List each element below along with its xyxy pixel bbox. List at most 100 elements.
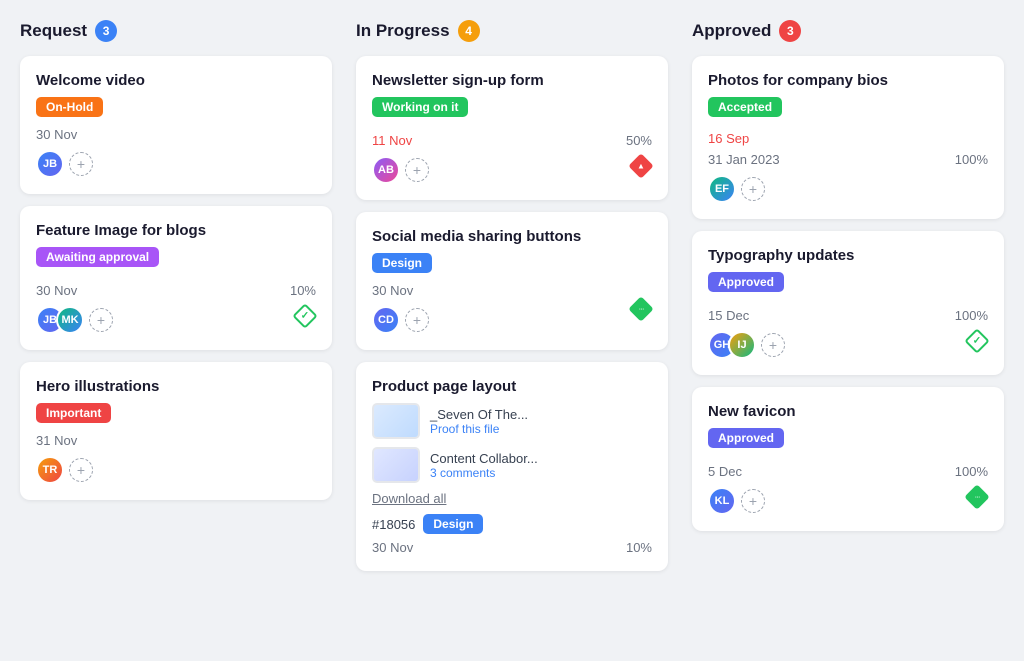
avatar-photos: EF [708,175,736,203]
percent-product: 10% [626,540,652,555]
card-title-typography: Typography updates [708,247,988,264]
column-header-approved: Approved 3 [692,20,1004,42]
column-badge-request: 3 [95,20,117,42]
card-title-newsletter: Newsletter sign-up form [372,72,652,89]
card-left-hero: 31 Nov TR + [36,433,93,484]
dots-diamond-favicon [964,484,989,509]
download-all-link[interactable]: Download all [372,491,652,506]
up-diamond-newsletter [628,153,653,178]
column-header-progress: In Progress 4 [356,20,668,42]
card-photos-bios: Photos for company bios Accepted 16 Sep … [692,56,1004,219]
card-title-hero: Hero illustrations [36,378,316,395]
percent-photos: 100% [955,152,988,167]
column-badge-progress: 4 [458,20,480,42]
card-title-product: Product page layout [372,378,652,395]
file-info-2: Content Collabor... 3 comments [430,451,538,480]
tag-favicon: Approved [708,428,784,448]
card-newsletter: Newsletter sign-up form Working on it 11… [356,56,668,200]
card-hero: Hero illustrations Important 31 Nov TR + [20,362,332,500]
card-footer-feature-image: JB MK + [36,298,316,334]
card-footer-welcome-video: 30 Nov JB + [36,127,316,178]
date-feature-image: 30 Nov [36,283,77,298]
card-left-social: 30 Nov CD + [372,283,429,334]
date-hero: 31 Nov [36,433,93,448]
avatar-newsletter: AB [372,156,400,184]
file-info-1: _Seven Of The... Proof this file [430,407,528,436]
file-thumb-img-2 [374,449,418,481]
kanban-board: Request 3 Welcome video On-Hold 30 Nov J… [20,20,1004,583]
card-meta-newsletter: 11 Nov 50% [372,133,652,148]
card-footer-favicon: KL + [708,479,988,515]
avatar-hero: TR [36,456,64,484]
card-meta-photos: 31 Jan 2023 100% [708,152,988,167]
diamond-icon-typography [966,330,988,352]
add-member-photos[interactable]: + [741,177,765,201]
add-member-welcome-video[interactable]: + [69,152,93,176]
file-item-2: Content Collabor... 3 comments [372,447,652,483]
card-footer-social: 30 Nov CD + [372,283,652,334]
card-title-favicon: New favicon [708,403,988,420]
column-header-request: Request 3 [20,20,332,42]
card-footer-newsletter: AB + [372,148,652,184]
avatar-1: JB [36,150,64,178]
column-in-progress: In Progress 4 Newsletter sign-up form Wo… [356,20,668,583]
avatar-2-feature: MK [56,306,84,334]
date-welcome-video: 30 Nov [36,127,93,142]
card-title-photos: Photos for company bios [708,72,988,89]
avatar-row-social: CD + [372,306,429,334]
card-favicon: New favicon Approved 5 Dec 100% KL + [692,387,1004,531]
file-thumb-1 [372,403,420,439]
add-member-favicon[interactable]: + [741,489,765,513]
avatar-row-photos: EF + [708,175,988,203]
check-diamond-feature [292,303,317,328]
date-row-photos: 16 Sep [708,131,988,146]
card-typography: Typography updates Approved 15 Dec 100% … [692,231,1004,375]
ticket-tag: Design [423,514,483,534]
avatars-feature-image: JB MK [36,306,84,334]
card-meta-favicon: 5 Dec 100% [708,464,988,479]
card-left-welcome-video: 30 Nov JB + [36,127,93,178]
percent-typography: 100% [955,308,988,323]
date-favicon: 5 Dec [708,464,742,479]
diamond-icon-feature [294,305,316,327]
add-member-social[interactable]: + [405,308,429,332]
file-name-2: Content Collabor... [430,451,538,466]
add-member-typography[interactable]: + [761,333,785,357]
file-thumb-img-1 [374,405,418,437]
diamond-icon-favicon [966,486,988,508]
column-title-request: Request [20,21,87,41]
card-meta-typography: 15 Dec 100% [708,308,988,323]
date2-photos: 31 Jan 2023 [708,152,780,167]
file-thumb-2 [372,447,420,483]
avatar-row-typography: GH IJ + [708,331,785,359]
proof-file-link[interactable]: Proof this file [430,422,528,436]
column-request: Request 3 Welcome video On-Hold 30 Nov J… [20,20,332,583]
date-newsletter: 11 Nov [372,133,412,148]
add-member-hero[interactable]: + [69,458,93,482]
comments-link[interactable]: 3 comments [430,466,538,480]
add-member-newsletter[interactable]: + [405,158,429,182]
percent-feature-image: 10% [290,283,316,298]
avatar-row-welcome-video: JB + [36,150,93,178]
card-product-page: Product page layout _Seven Of The... Pro… [356,362,668,571]
card-title-feature-image: Feature Image for blogs [36,222,316,239]
column-title-progress: In Progress [356,21,450,41]
percent-newsletter: 50% [626,133,652,148]
avatar-row-favicon: KL + [708,487,765,515]
percent-favicon: 100% [955,464,988,479]
add-member-feature[interactable]: + [89,308,113,332]
avatars-typography: GH IJ [708,331,756,359]
column-title-approved: Approved [692,21,771,41]
tag-typography: Approved [708,272,784,292]
card-meta-feature-image: 30 Nov 10% [36,283,316,298]
avatar-row-newsletter: AB + [372,156,429,184]
ticket-number: #18056 [372,517,415,532]
file-name-1: _Seven Of The... [430,407,528,422]
tag-photos: Accepted [708,97,782,117]
diamond-icon-social [630,298,652,320]
card-title-welcome-video: Welcome video [36,72,316,89]
tag-social: Design [372,253,432,273]
date-social: 30 Nov [372,283,429,298]
card-title-social: Social media sharing buttons [372,228,652,245]
card-footer-hero: 31 Nov TR + [36,433,316,484]
